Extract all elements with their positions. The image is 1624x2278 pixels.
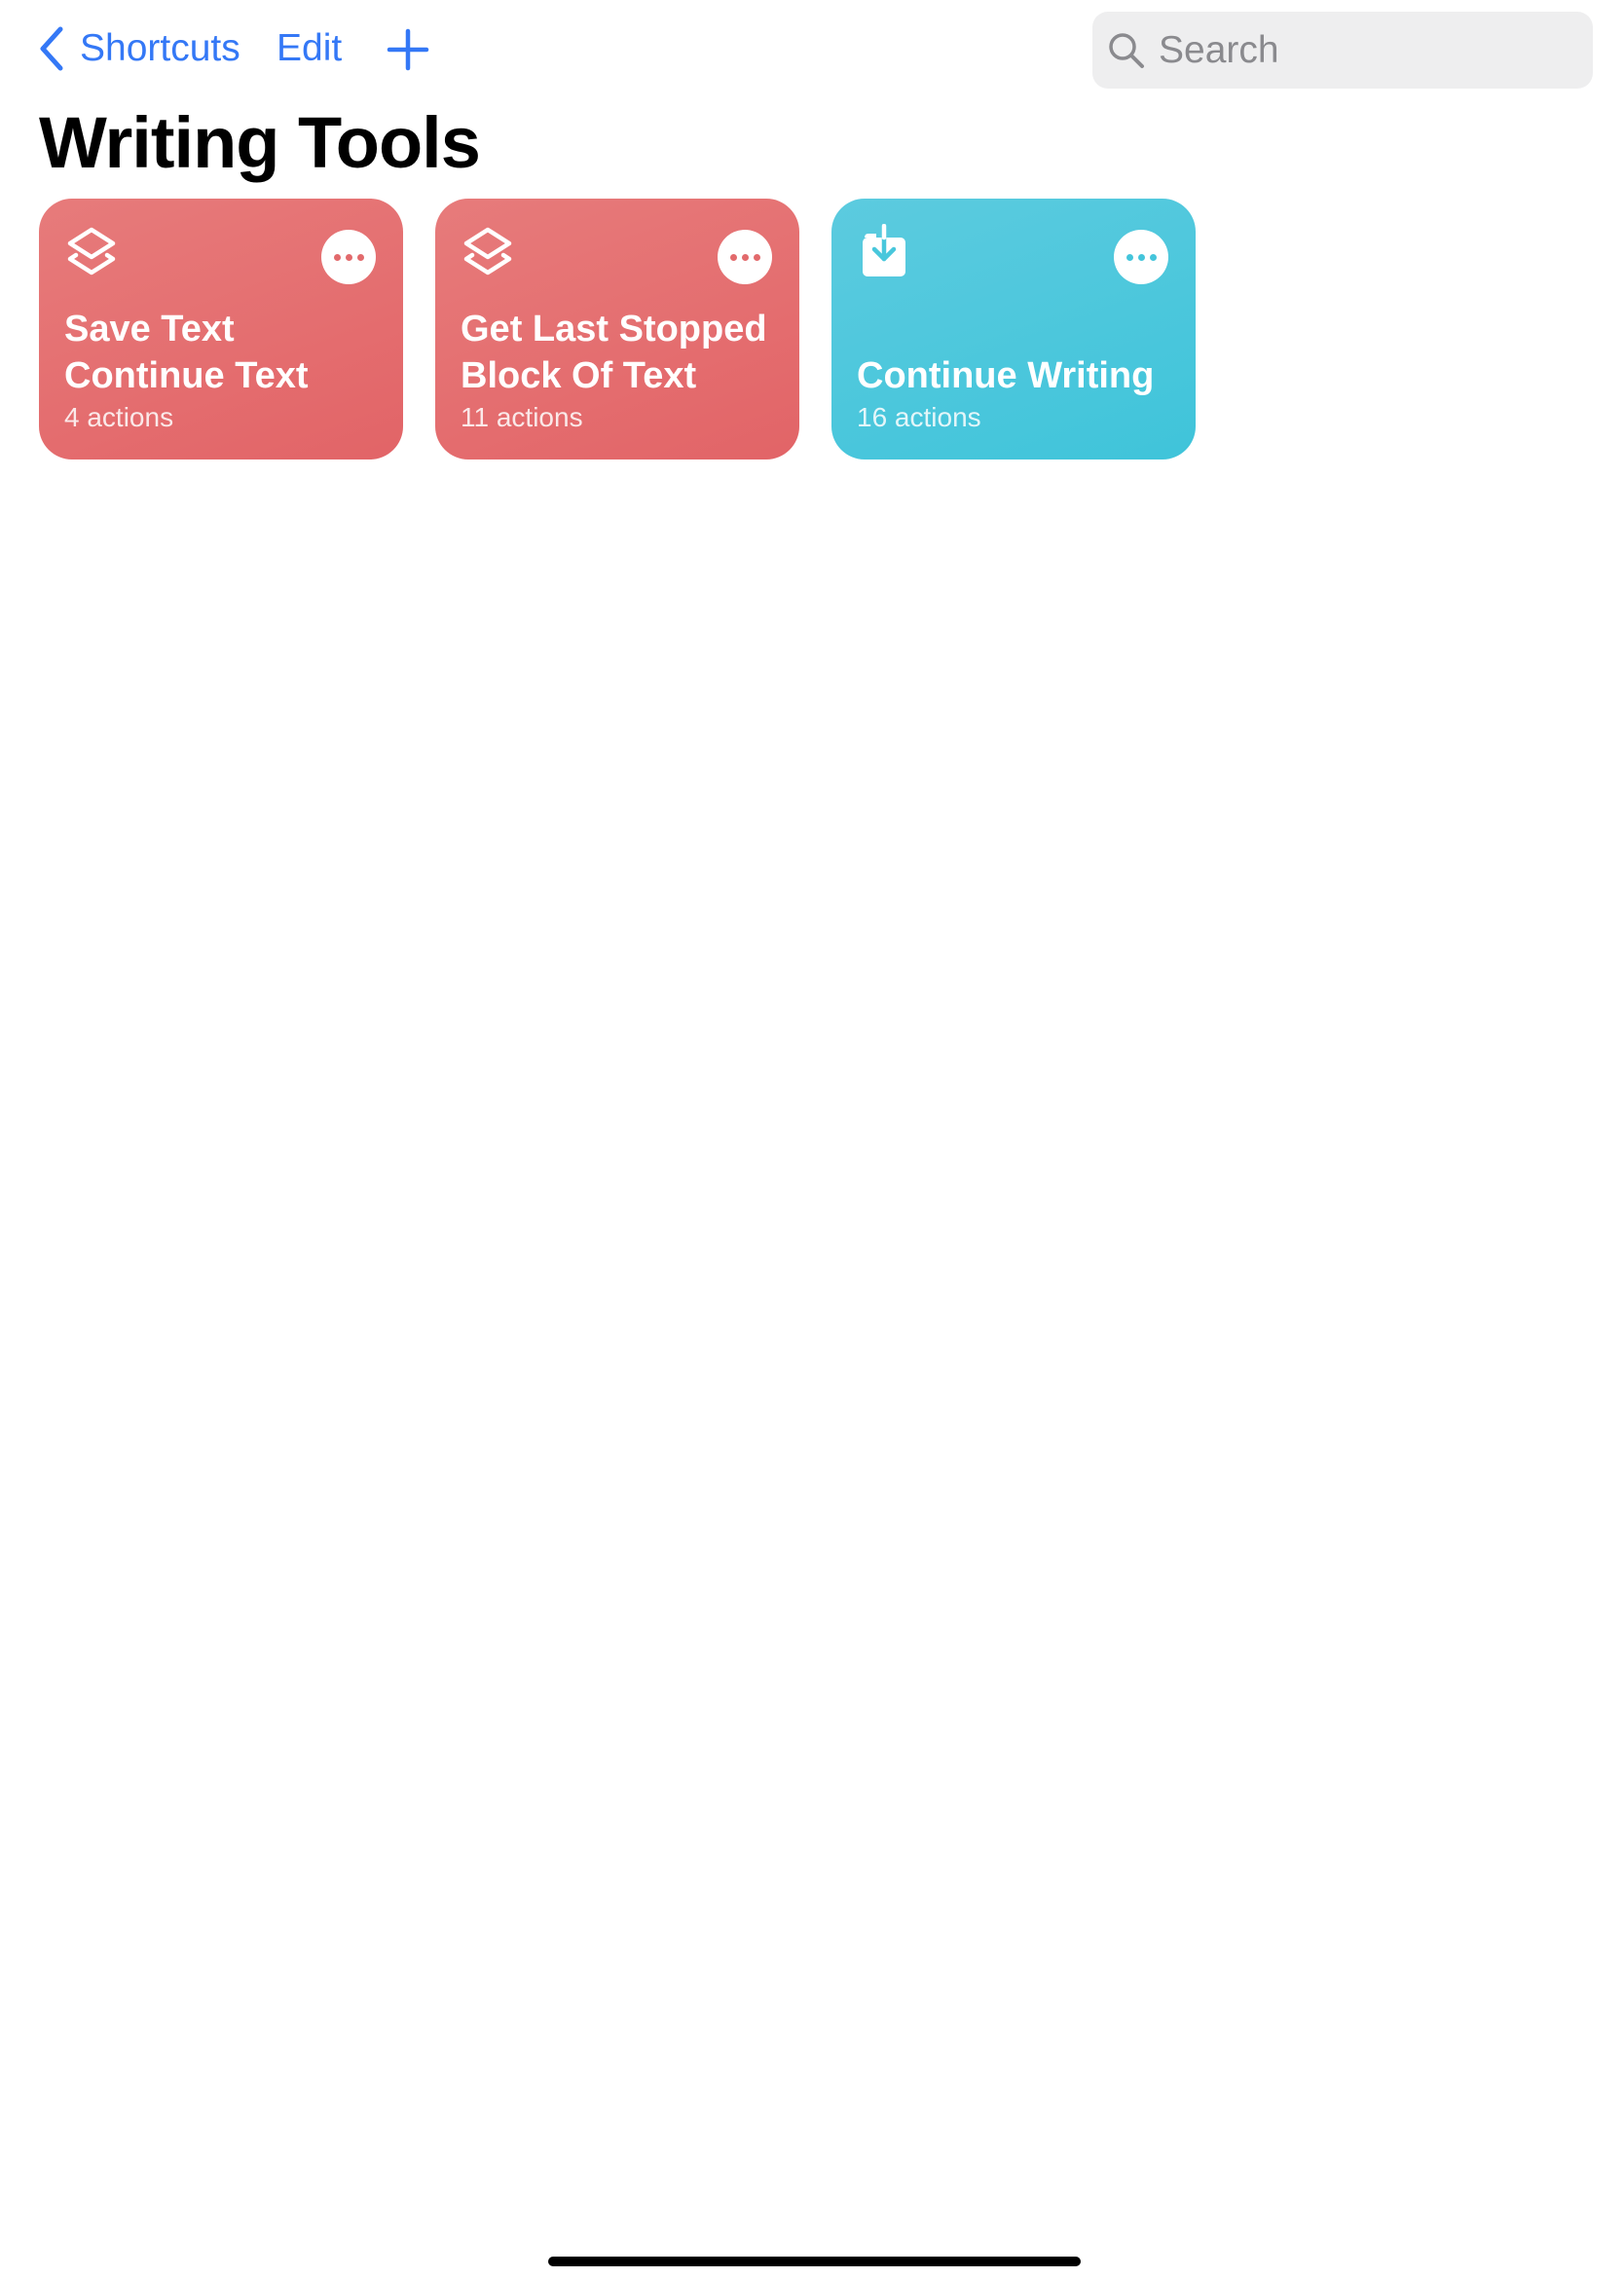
shortcut-title: Get Last Stopped Block Of Text [461, 309, 767, 396]
layers-icon [67, 227, 116, 276]
action-count: 4 actions [64, 402, 174, 432]
home-indicator[interactable] [548, 2257, 1081, 2266]
download-tray-icon [863, 224, 905, 276]
search-input[interactable] [1159, 28, 1568, 72]
search-field[interactable] [1092, 12, 1593, 89]
shortcut-card-get-last-stopped-block[interactable]: Get Last Stopped Block Of Text 11 action… [435, 199, 799, 459]
layers-icon [463, 227, 512, 276]
shortcuts-grid: Save Text Continue Text 4 actions Get La… [39, 199, 1196, 459]
edit-button[interactable]: Edit [277, 23, 342, 74]
shortcut-title: Save Text Continue Text [64, 309, 309, 396]
plus-icon[interactable] [384, 25, 432, 74]
more-button[interactable] [718, 230, 772, 284]
back-button[interactable]: Shortcuts [37, 23, 240, 74]
back-button-label: Shortcuts [80, 27, 240, 69]
page-title: Writing Tools [39, 102, 481, 183]
ellipsis-icon [1126, 253, 1133, 261]
search-icon [1109, 32, 1144, 68]
card-text: Continue Writing 16 actions [857, 352, 1180, 434]
shortcut-card-save-text-continue-text[interactable]: Save Text Continue Text 4 actions [39, 199, 403, 459]
card-text: Save Text Continue Text 4 actions [64, 306, 388, 434]
shortcut-card-continue-writing[interactable]: Continue Writing 16 actions [831, 199, 1196, 459]
card-text: Get Last Stopped Block Of Text 11 action… [461, 306, 784, 434]
action-count: 11 actions [461, 402, 583, 432]
navigation-bar: Shortcuts Edit [0, 0, 1624, 97]
shortcut-title: Continue Writing [857, 355, 1155, 396]
action-count: 16 actions [857, 402, 981, 432]
ellipsis-icon [729, 253, 737, 261]
ellipsis-icon [333, 253, 341, 261]
chevron-left-icon [40, 26, 63, 71]
more-button[interactable] [1114, 230, 1168, 284]
more-button[interactable] [321, 230, 376, 284]
